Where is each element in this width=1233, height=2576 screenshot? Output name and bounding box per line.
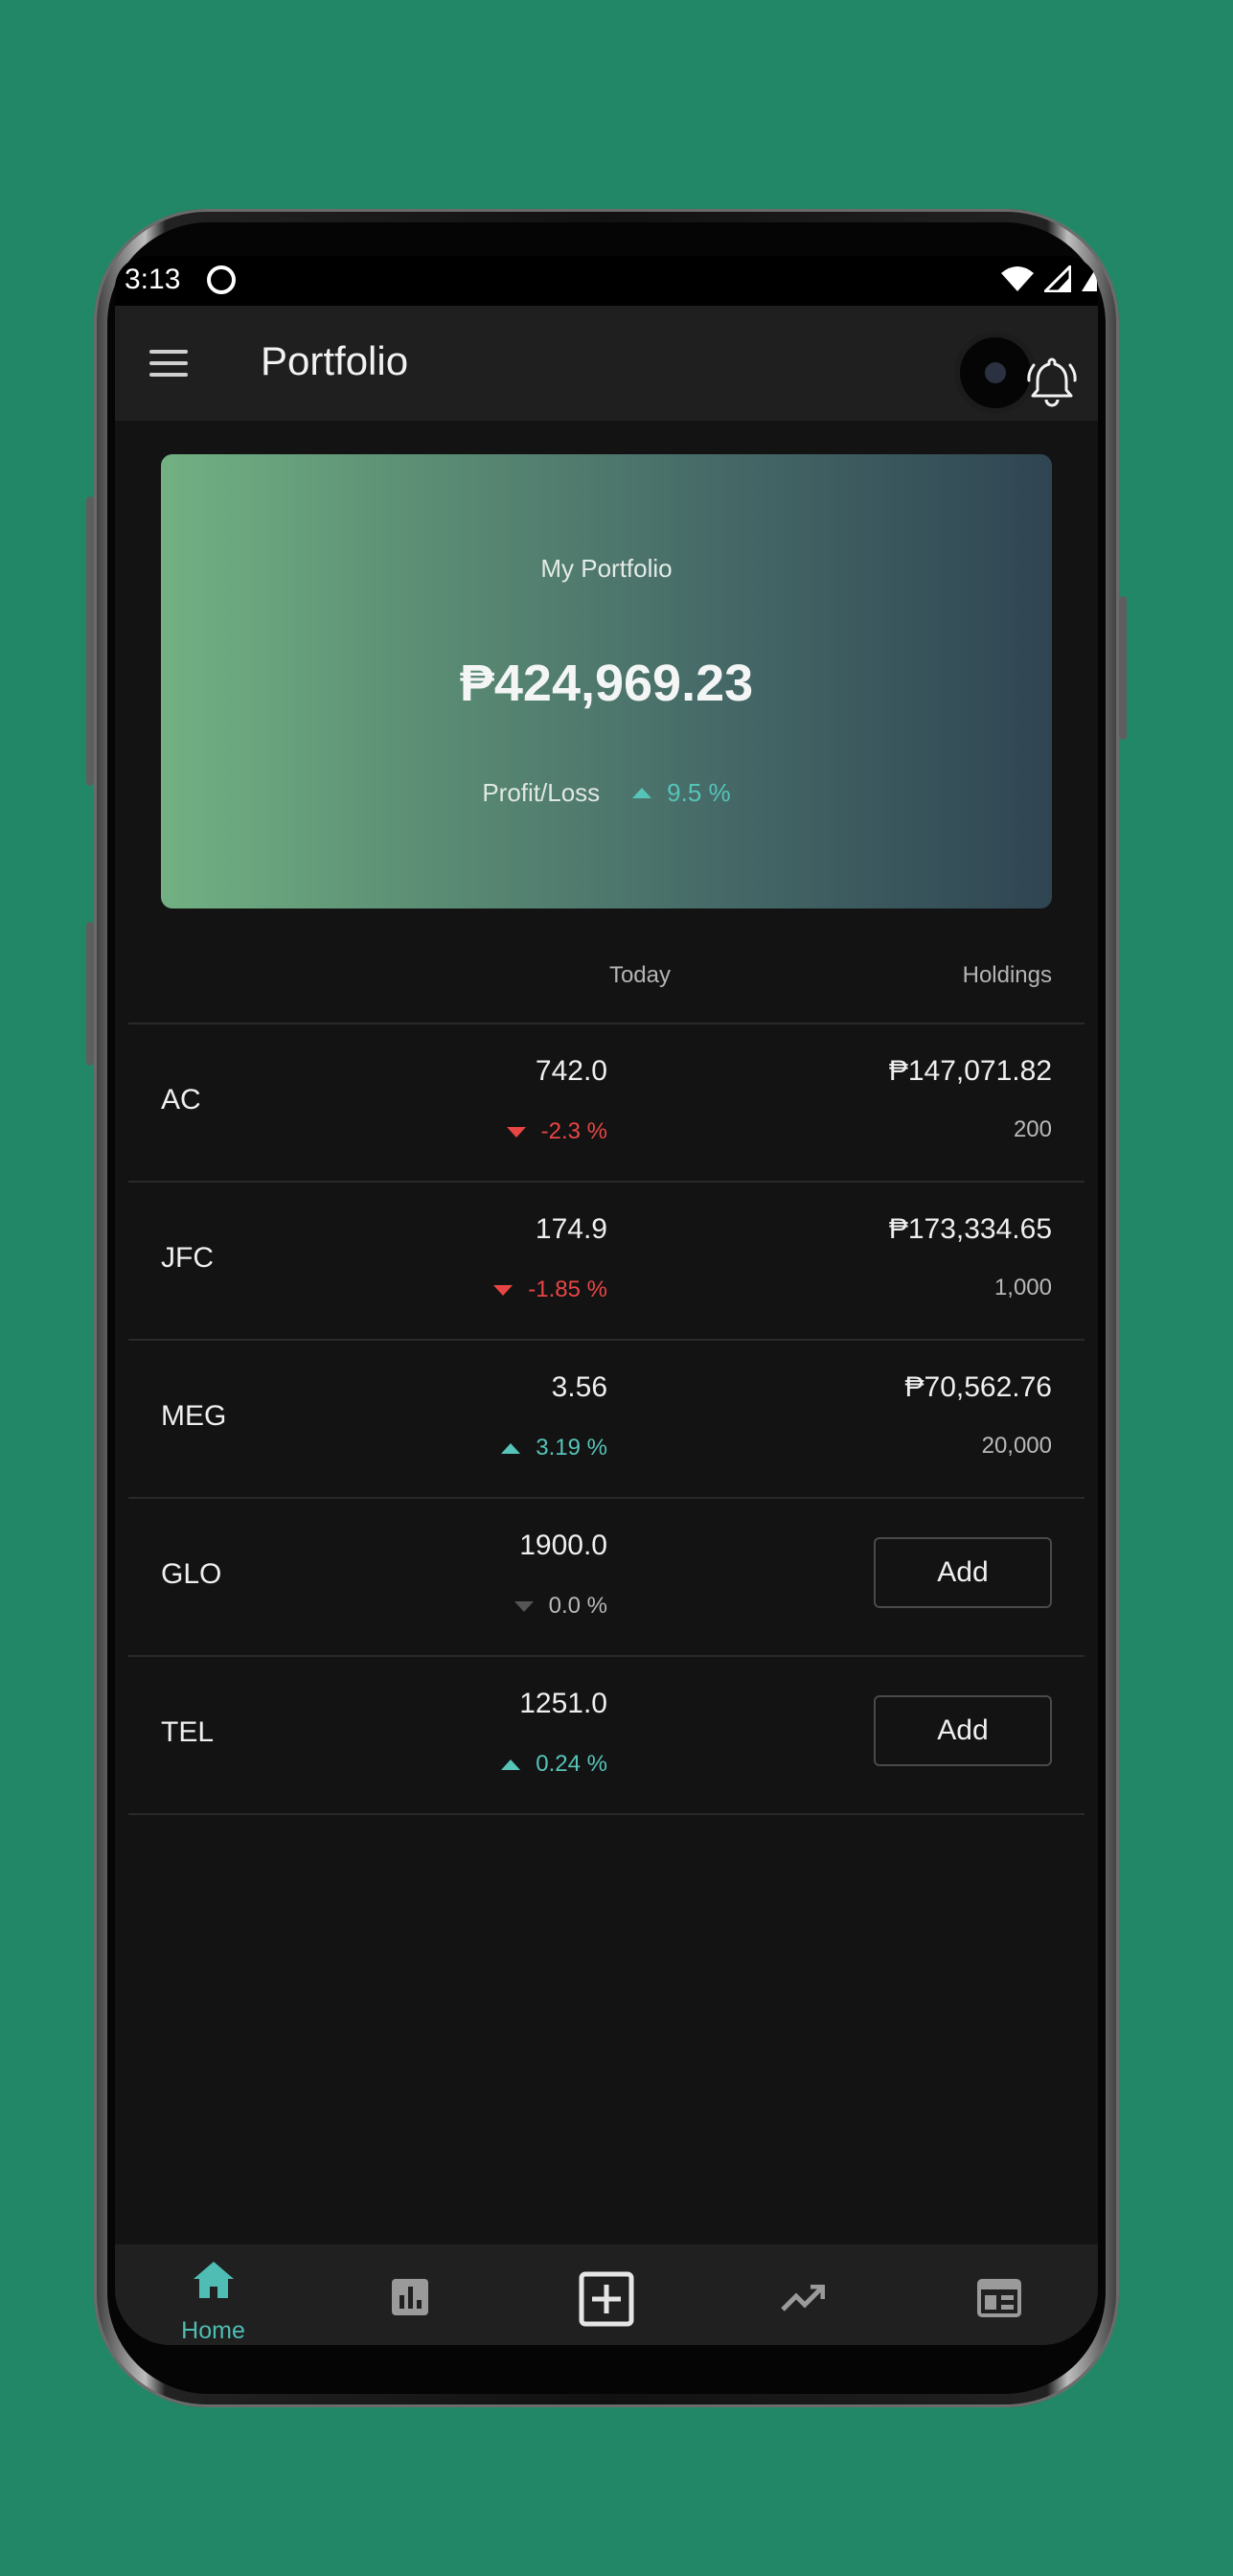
stock-row-glo[interactable]: GLO 1900.0 0.0 % Add <box>128 1497 1085 1655</box>
status-time: 3:13 <box>125 264 181 295</box>
sync-status-icon <box>207 265 236 294</box>
newspaper-icon <box>977 2279 1021 2317</box>
signal-icon <box>1044 265 1071 292</box>
stock-row-meg[interactable]: MEG 3.56 3.19 % ₱70,562.76 20,000 <box>128 1339 1085 1497</box>
battery-icon <box>1082 266 1097 291</box>
holding-value: ₱147,071.82 <box>888 1055 1052 1087</box>
trend-down-icon <box>493 1284 514 1296</box>
wifi-icon <box>1001 266 1034 291</box>
portfolio-label: My Portfolio <box>540 554 673 583</box>
nav-news[interactable] <box>901 2244 1097 2345</box>
power-button <box>1119 596 1127 740</box>
stock-change: 0.24 % <box>501 1751 607 1778</box>
nav-trends[interactable] <box>704 2244 901 2345</box>
trend-up-icon <box>501 1442 521 1454</box>
page-title: Portfolio <box>261 338 409 383</box>
holding-quantity: 1,000 <box>993 1275 1052 1300</box>
stock-row-tel[interactable]: TEL 1251.0 0.24 % Add <box>128 1655 1085 1815</box>
add-box-icon <box>579 2271 634 2327</box>
add-holding-button[interactable]: Add <box>874 1537 1052 1608</box>
menu-icon[interactable] <box>149 350 188 377</box>
trend-up-icon <box>501 1759 521 1770</box>
holding-quantity: 20,000 <box>981 1433 1052 1459</box>
stock-change-value: -2.3 % <box>540 1118 607 1144</box>
column-header-today: Today <box>608 962 671 988</box>
profit-loss-value: 9.5 % <box>667 778 731 807</box>
stock-change: 0.0 % <box>514 1593 607 1620</box>
stock-price: 1251.0 <box>519 1688 607 1719</box>
stock-change-value: 0.24 % <box>536 1751 607 1777</box>
bottom-navigation: Home <box>115 2244 1098 2345</box>
app-bar: Portfolio <box>115 306 1098 421</box>
bar-chart-icon <box>392 2279 428 2315</box>
stock-price: 174.9 <box>535 1213 607 1245</box>
stock-symbol: MEG <box>161 1400 227 1432</box>
stock-price: 1900.0 <box>519 1530 607 1561</box>
nav-home[interactable]: Home <box>115 2244 311 2345</box>
trending-up-icon <box>781 2285 825 2312</box>
stock-symbol: TEL <box>161 1716 215 1748</box>
bixby-button <box>86 922 94 1066</box>
stock-change-value: -1.85 % <box>528 1276 607 1302</box>
stock-symbol: JFC <box>161 1242 214 1274</box>
notification-bell-icon[interactable] <box>1025 354 1079 407</box>
trend-down-icon <box>506 1126 526 1138</box>
volume-button <box>86 496 94 786</box>
holding-quantity: 200 <box>1013 1116 1052 1142</box>
stock-change-value: 0.0 % <box>548 1593 607 1619</box>
stock-change: -2.3 % <box>506 1118 607 1145</box>
portfolio-summary-card[interactable]: My Portfolio ₱424,969.23 Profit/Loss 9.5… <box>161 454 1052 908</box>
front-camera <box>960 337 1031 408</box>
trend-flat-icon <box>514 1600 534 1612</box>
stock-row-ac[interactable]: AC 742.0 -2.3 % ₱147,071.82 200 <box>128 1023 1085 1181</box>
add-holding-button[interactable]: Add <box>874 1695 1052 1766</box>
app-screen: 3:13 Portfolio My Portfolio ₱424,969.23 … <box>115 256 1098 2345</box>
profit-loss-row: Profit/Loss 9.5 % <box>161 778 1052 808</box>
nav-add[interactable] <box>508 2244 704 2345</box>
nav-home-label: Home <box>181 2317 245 2344</box>
holding-value: ₱173,334.65 <box>888 1213 1052 1245</box>
column-header-holdings: Holdings <box>962 962 1052 988</box>
trend-up-icon <box>632 788 652 798</box>
stock-symbol: AC <box>161 1084 201 1116</box>
holding-value: ₱70,562.76 <box>904 1371 1052 1403</box>
nav-charts[interactable] <box>311 2244 508 2345</box>
stock-price: 3.56 <box>551 1371 607 1403</box>
portfolio-total: ₱424,969.23 <box>459 655 754 712</box>
stock-price: 742.0 <box>535 1055 607 1087</box>
profit-loss-label: Profit/Loss <box>482 778 601 807</box>
stock-list: AC 742.0 -2.3 % ₱147,071.82 200 JFC 174.… <box>128 1023 1085 1815</box>
status-icons <box>1000 265 1098 292</box>
stock-symbol: GLO <box>161 1558 222 1590</box>
stock-change: 3.19 % <box>501 1435 607 1461</box>
home-icon <box>194 2262 234 2298</box>
status-bar: 3:13 <box>115 256 1098 306</box>
stock-change: -1.85 % <box>493 1276 607 1303</box>
stock-change-value: 3.19 % <box>536 1435 607 1460</box>
stock-row-jfc[interactable]: JFC 174.9 -1.85 % ₱173,334.65 1,000 <box>128 1181 1085 1339</box>
